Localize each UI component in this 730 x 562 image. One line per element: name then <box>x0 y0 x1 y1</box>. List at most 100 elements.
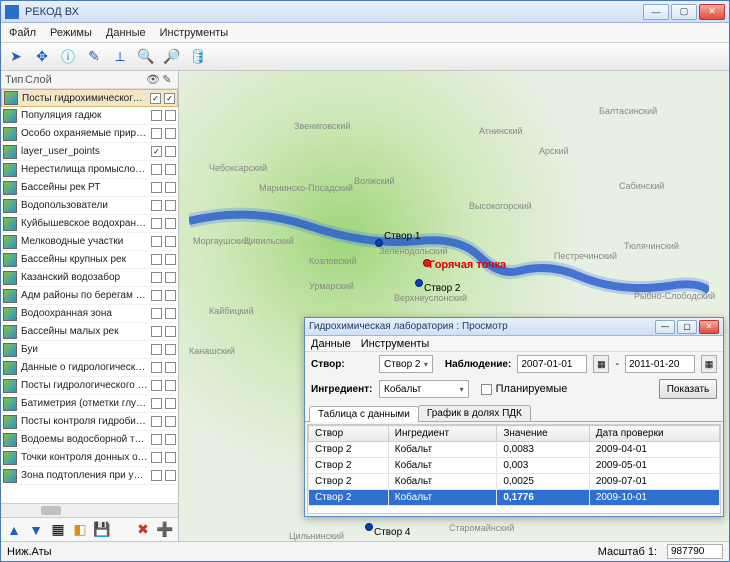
layer-edit-checkbox[interactable] <box>165 416 176 427</box>
layer-item[interactable]: Зона подтопления при уровне 50м <box>1 467 178 485</box>
layer-edit-checkbox[interactable] <box>165 272 176 283</box>
ingr-combo[interactable]: Кобальт <box>379 380 469 398</box>
remove-layer-icon[interactable]: ✖ <box>134 521 152 539</box>
zoom-out-icon[interactable]: 🔎 <box>161 46 183 68</box>
checkbox-box[interactable] <box>481 384 492 395</box>
layer-visible-checkbox[interactable] <box>151 452 162 463</box>
layer-visible-checkbox[interactable] <box>151 254 162 265</box>
edit-icon[interactable]: ✎ <box>83 46 105 68</box>
layer-edit-checkbox[interactable] <box>165 326 176 337</box>
map-point[interactable] <box>375 239 383 247</box>
table-row[interactable]: Створ 2Кобальт0,0032009-05-01 <box>309 458 720 474</box>
layer-list[interactable]: Посты гидрохимического контроля✓✓Популяц… <box>1 89 178 503</box>
layer-visible-checkbox[interactable] <box>151 362 162 373</box>
layer-item[interactable]: layer_user_points✓ <box>1 143 178 161</box>
layer-edit-checkbox[interactable] <box>165 290 176 301</box>
minimize-button[interactable]: — <box>643 4 669 20</box>
lab-titlebar[interactable]: Гидрохимическая лаборатория : Просмотр —… <box>305 318 723 336</box>
layer-edit-checkbox[interactable]: ✓ <box>164 93 175 104</box>
style-icon[interactable]: ◧ <box>71 521 89 539</box>
layer-item[interactable]: Буи <box>1 341 178 359</box>
tab-table[interactable]: Таблица с данными <box>309 406 419 422</box>
layer-item[interactable]: Посты гидрологического контроля <box>1 377 178 395</box>
layer-edit-checkbox[interactable] <box>165 110 176 121</box>
menu-tools[interactable]: Инструменты <box>160 27 229 39</box>
layer-visible-checkbox[interactable]: ✓ <box>151 146 162 157</box>
layer-edit-checkbox[interactable] <box>165 254 176 265</box>
layer-item[interactable]: Водоемы водосборной территории... <box>1 431 178 449</box>
layer-item[interactable]: Мелководные участки <box>1 233 178 251</box>
zoom-in-icon[interactable]: 🔍 <box>135 46 157 68</box>
tab-chart[interactable]: График в долях ПДК <box>418 405 531 421</box>
show-button[interactable]: Показать <box>659 379 717 399</box>
date-from-input[interactable] <box>517 355 587 373</box>
layer-edit-checkbox[interactable] <box>165 218 176 229</box>
layer-item[interactable]: Посты гидрохимического контроля✓✓ <box>1 89 178 107</box>
col-date[interactable]: Дата проверки <box>589 426 719 442</box>
layer-item[interactable]: Нерестилища промысловых рыб <box>1 161 178 179</box>
layer-visible-checkbox[interactable] <box>151 110 162 121</box>
maximize-button[interactable]: ▢ <box>671 4 697 20</box>
layer-item[interactable]: Популяция гадюк <box>1 107 178 125</box>
layer-edit-checkbox[interactable] <box>165 362 176 373</box>
layer-item[interactable]: Водоохранная зона <box>1 305 178 323</box>
layer-edit-checkbox[interactable] <box>165 164 176 175</box>
stvor-combo[interactable]: Створ 2 <box>379 355 433 373</box>
map-point[interactable] <box>365 523 373 531</box>
col-value[interactable]: Значение <box>497 426 589 442</box>
pointer-icon[interactable]: ➤ <box>5 46 27 68</box>
layer-item[interactable]: Бассейны малых рек <box>1 323 178 341</box>
move-down-icon[interactable]: ▼ <box>27 521 45 539</box>
layer-visible-checkbox[interactable] <box>151 308 162 319</box>
layer-edit-checkbox[interactable] <box>165 434 176 445</box>
layer-visible-checkbox[interactable] <box>151 128 162 139</box>
table-row[interactable]: Створ 2Кобальт0,17762009-10-01 <box>309 490 720 506</box>
lab-minimize-button[interactable]: — <box>655 320 675 334</box>
layer-scrollbar[interactable] <box>1 503 178 517</box>
lab-menu-data[interactable]: Данные <box>311 338 351 350</box>
lab-maximize-button[interactable]: ▢ <box>677 320 697 334</box>
layer-edit-checkbox[interactable] <box>165 308 176 319</box>
measure-icon[interactable]: ⟂ <box>109 46 131 68</box>
save-icon[interactable]: 💾 <box>93 521 111 539</box>
layer-visible-checkbox[interactable] <box>151 290 162 301</box>
info-icon[interactable]: ⓘ <box>57 46 79 68</box>
layer-visible-checkbox[interactable] <box>151 434 162 445</box>
layer-edit-checkbox[interactable] <box>165 128 176 139</box>
layer-visible-checkbox[interactable] <box>151 398 162 409</box>
layer-item[interactable]: Водопользователи <box>1 197 178 215</box>
move-up-icon[interactable]: ▲ <box>5 521 23 539</box>
layer-visible-checkbox[interactable] <box>151 326 162 337</box>
layer-edit-checkbox[interactable] <box>165 452 176 463</box>
table-row[interactable]: Створ 2Кобальт0,00252009-07-01 <box>309 474 720 490</box>
layer-edit-checkbox[interactable] <box>165 146 176 157</box>
layer-edit-checkbox[interactable] <box>165 344 176 355</box>
plan-checkbox[interactable]: Планируемые <box>481 383 568 395</box>
menu-data[interactable]: Данные <box>106 27 146 39</box>
layer-edit-checkbox[interactable] <box>165 200 176 211</box>
lab-close-button[interactable]: ✕ <box>699 320 719 334</box>
pan-icon[interactable]: ✥ <box>31 46 53 68</box>
close-button[interactable]: ✕ <box>699 4 725 20</box>
menu-file[interactable]: Файл <box>9 27 36 39</box>
add-layer-icon[interactable]: ➕ <box>156 521 174 539</box>
layer-visible-checkbox[interactable] <box>151 164 162 175</box>
lab-menu-tools[interactable]: Инструменты <box>361 338 430 350</box>
layer-item[interactable]: Точки контроля донных отложений <box>1 449 178 467</box>
layer-edit-checkbox[interactable] <box>165 380 176 391</box>
db-icon[interactable]: 🛢 <box>187 46 209 68</box>
layer-edit-checkbox[interactable] <box>165 236 176 247</box>
table-row[interactable]: Створ 2Кобальт0,00832009-04-01 <box>309 442 720 458</box>
table-icon[interactable]: ▦ <box>49 521 67 539</box>
layer-item[interactable]: Куйбышевское водохранилище <box>1 215 178 233</box>
layer-visible-checkbox[interactable] <box>151 182 162 193</box>
layer-item[interactable]: Адм районы по берегам Куйбыше... <box>1 287 178 305</box>
layer-visible-checkbox[interactable] <box>151 200 162 211</box>
layer-visible-checkbox[interactable] <box>151 344 162 355</box>
layer-visible-checkbox[interactable] <box>151 470 162 481</box>
map[interactable]: ЧебоксарскийМариинско-ПосадскийЗвениговс… <box>179 71 729 541</box>
layer-visible-checkbox[interactable] <box>151 380 162 391</box>
col-stvor[interactable]: Створ <box>309 426 389 442</box>
map-point[interactable] <box>415 279 423 287</box>
layer-visible-checkbox[interactable] <box>151 218 162 229</box>
